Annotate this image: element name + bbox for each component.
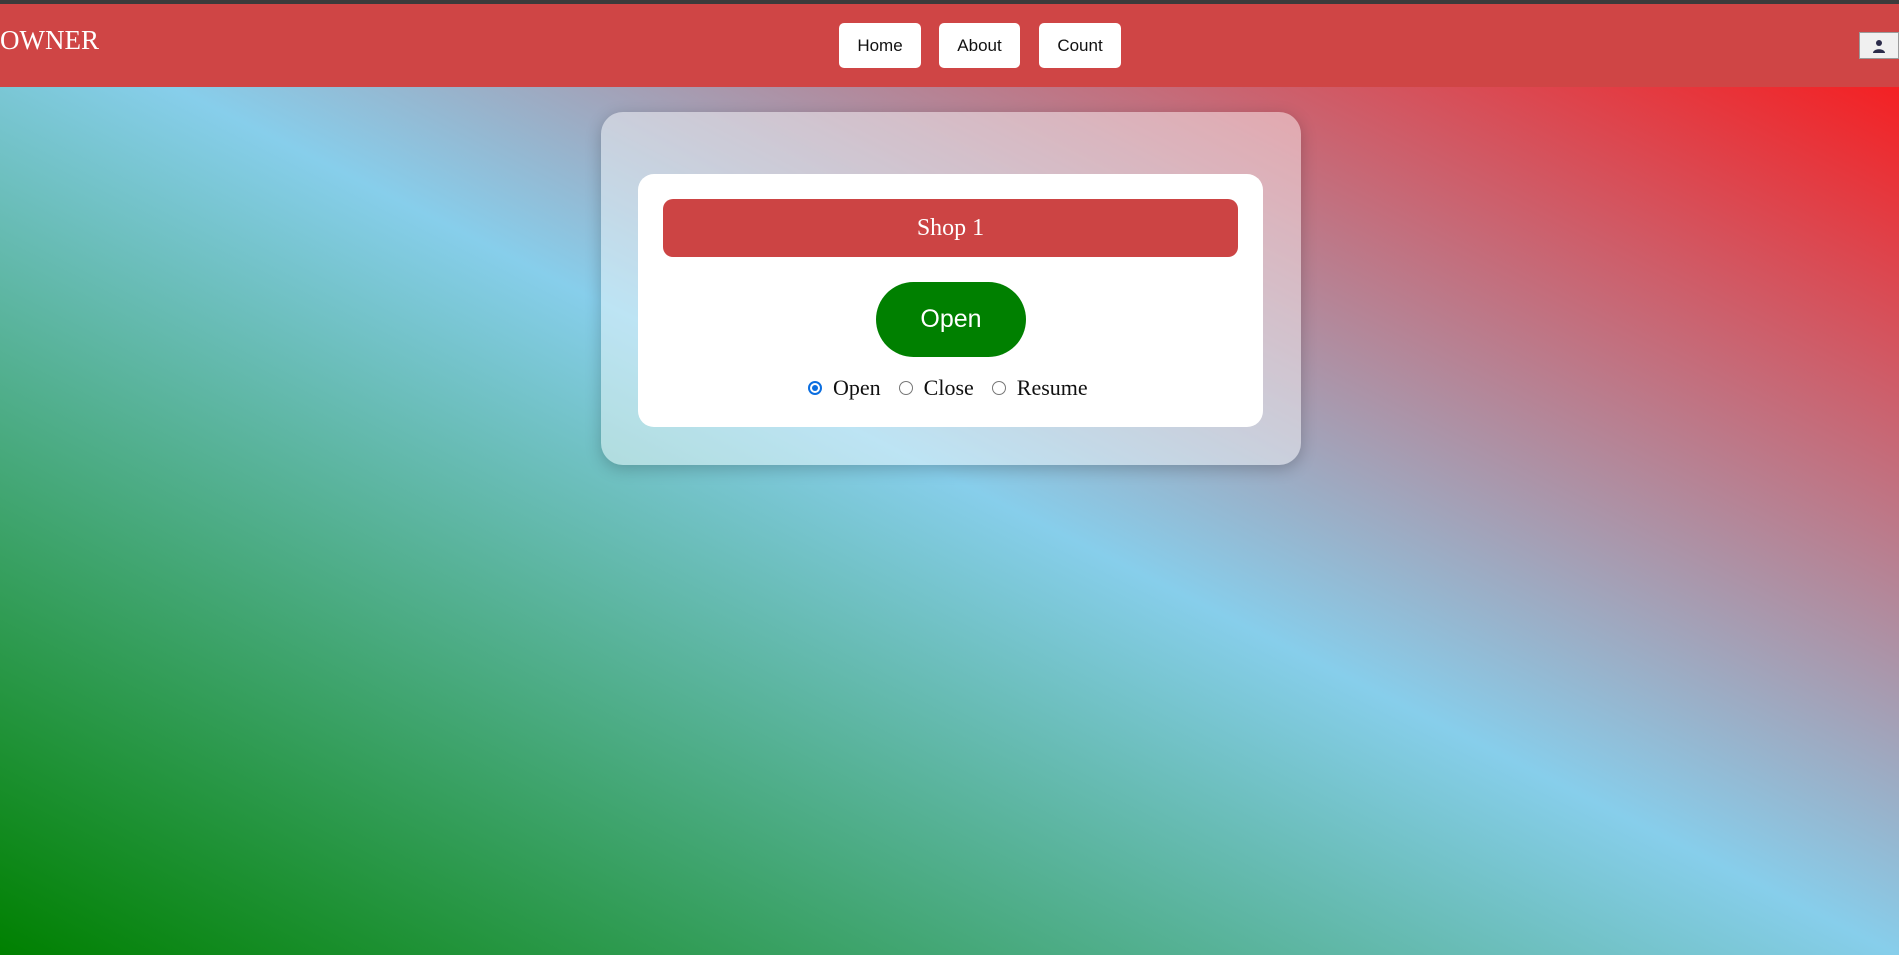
shop-name-banner: Shop 1 xyxy=(663,199,1238,257)
radio-option-open[interactable]: Open xyxy=(808,375,881,401)
radio-close[interactable] xyxy=(898,381,913,395)
radio-open-label: Open xyxy=(833,375,881,400)
radio-option-resume[interactable]: Resume xyxy=(991,375,1088,401)
radio-open[interactable] xyxy=(808,381,822,395)
shop-status-button[interactable]: Open xyxy=(876,282,1026,357)
brand-title: OWNER xyxy=(0,25,99,55)
user-button[interactable] xyxy=(1859,32,1899,59)
radio-resume-label: Resume xyxy=(1016,375,1088,400)
radio-option-close[interactable]: Close xyxy=(898,375,974,401)
radio-close-label: Close xyxy=(923,375,974,400)
user-icon xyxy=(1873,39,1885,53)
navbar: OWNER Home About Count xyxy=(0,4,1899,87)
nav-home-button[interactable]: Home xyxy=(839,23,921,68)
status-radio-group: Open Close Resume xyxy=(808,373,1088,403)
radio-resume[interactable] xyxy=(991,381,1006,395)
nav-about-button[interactable]: About xyxy=(939,23,1020,68)
nav-count-button[interactable]: Count xyxy=(1039,23,1121,68)
